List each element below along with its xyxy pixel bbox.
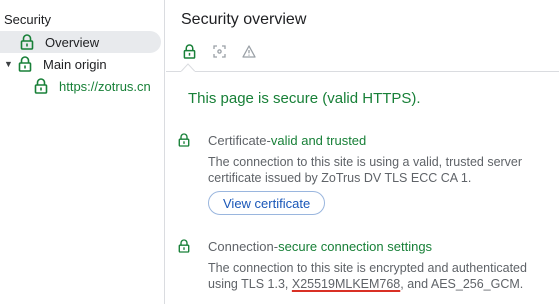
sidebar-item-overview[interactable]: Overview <box>0 31 161 53</box>
selected-indicator-notch <box>181 63 195 72</box>
lock-icon[interactable] <box>181 42 197 60</box>
certificate-heading: Certificate <box>208 132 267 148</box>
connection-description: The connection to this site is encrypted… <box>208 260 551 292</box>
certificate-section: Certificate - valid and trusted The conn… <box>178 131 551 186</box>
screenshot-icon[interactable] <box>211 42 227 60</box>
lock-icon <box>18 55 38 73</box>
divider <box>166 71 559 72</box>
certificate-state: valid and trusted <box>270 132 367 148</box>
lock-icon <box>20 33 40 51</box>
page-title: Security overview <box>181 11 307 28</box>
expand-triangle-icon[interactable]: ▼ <box>4 59 18 69</box>
connection-heading: Connection <box>208 238 274 254</box>
key-exchange-name: X25519MLKEM768 <box>291 277 401 291</box>
secure-summary: This page is secure (valid HTTPS). <box>188 90 421 107</box>
sidebar-title: Security <box>4 12 51 27</box>
lock-icon <box>178 237 196 255</box>
sidebar-item-label: Overview <box>45 34 100 50</box>
summary-icon-row <box>181 40 257 62</box>
sidebar-item-origin[interactable]: https://zotrus.cn <box>0 75 161 97</box>
certificate-description: The connection to this site is using a v… <box>208 155 523 185</box>
security-overview-panel: Security overview This page is secure (v… <box>166 0 559 304</box>
lock-icon <box>34 77 54 95</box>
sidebar-item-label: https://zotrus.cn <box>59 78 151 94</box>
view-certificate-button[interactable]: View certificate <box>208 191 326 215</box>
sidebar-item-label: Main origin <box>43 56 107 72</box>
connection-section: Connection - secure connection settings … <box>178 237 551 292</box>
security-sidebar: Security Overview ▼ Main origin https://… <box>0 0 165 304</box>
connection-state: secure connection settings <box>278 238 433 254</box>
warning-icon[interactable] <box>241 42 257 60</box>
lock-icon <box>178 131 196 149</box>
connection-text: , and AES_256_GCM. <box>400 277 524 291</box>
sidebar-item-main-origin[interactable]: ▼ Main origin <box>0 53 161 75</box>
